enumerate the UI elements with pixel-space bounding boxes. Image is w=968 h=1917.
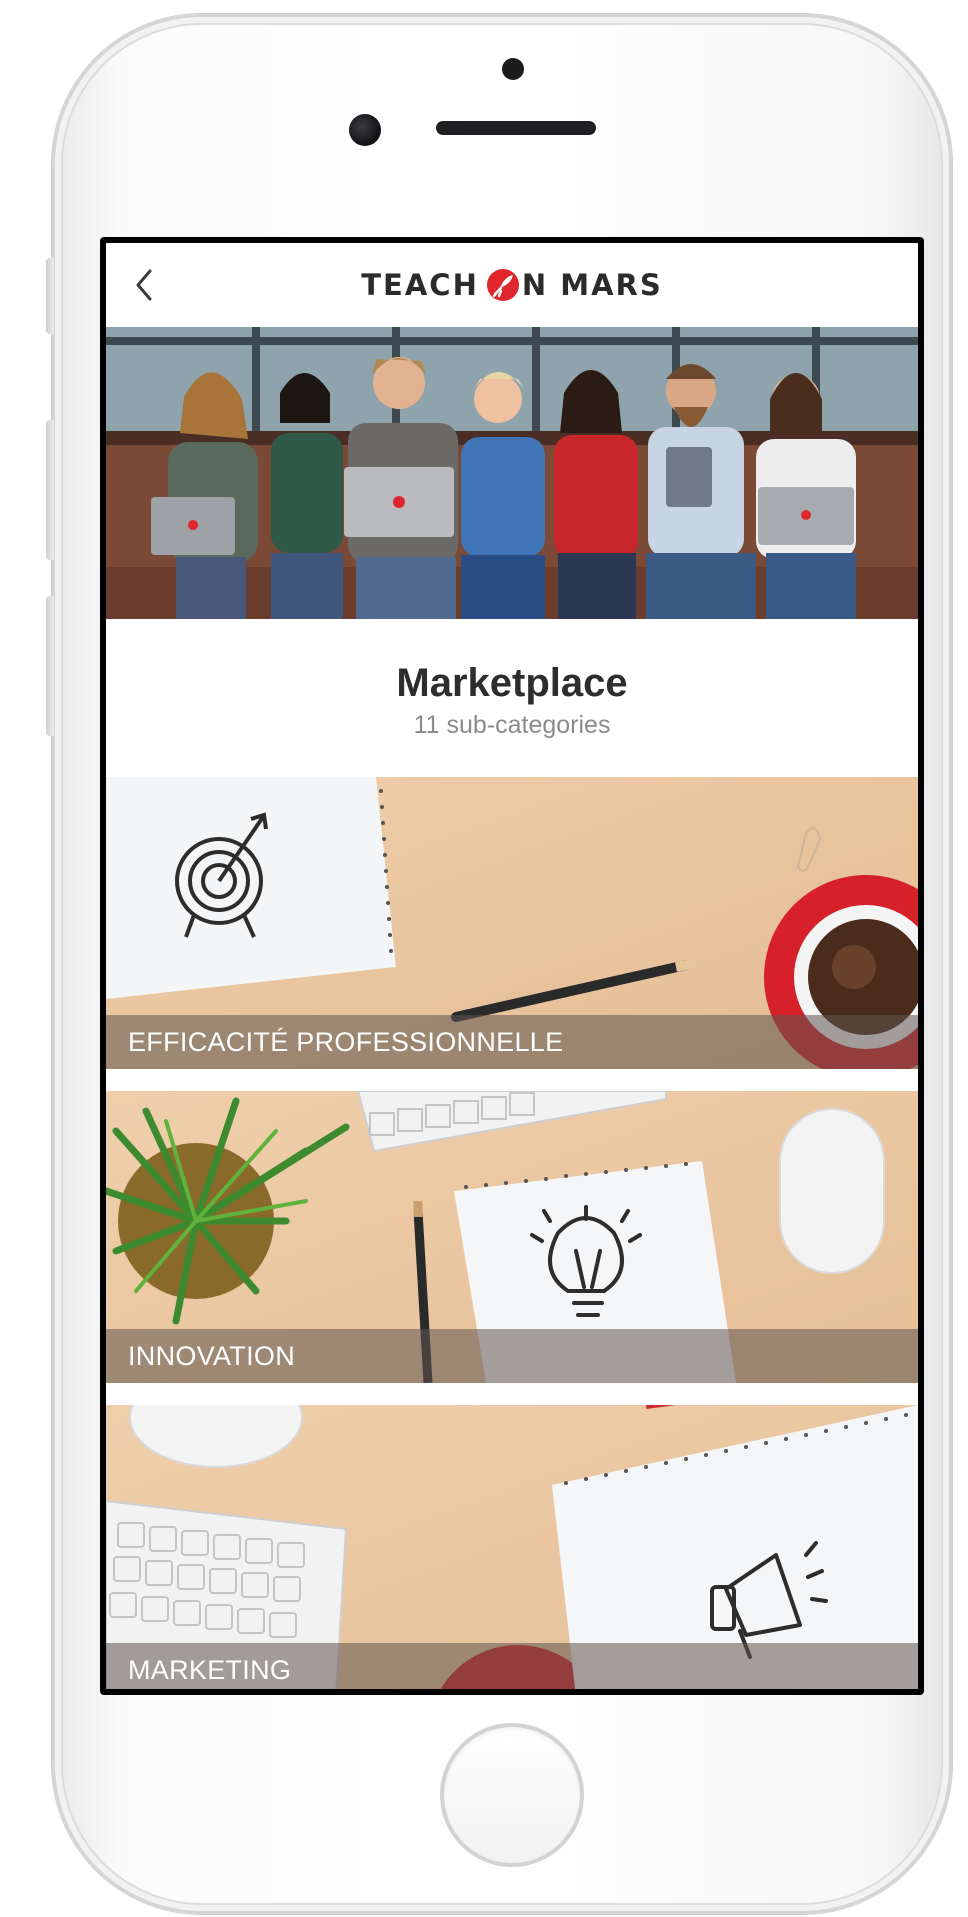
home-button[interactable] (440, 1723, 584, 1867)
mute-switch (46, 258, 54, 334)
subcategory-count: 11 sub-categories (413, 711, 611, 739)
hero-image (106, 327, 918, 619)
earpiece-speaker (436, 121, 596, 135)
brand-text-right: N MARS (521, 268, 663, 302)
brand-text-left: TEACH (361, 268, 479, 302)
phone-screen: TEACH N MARS Marketplace 11 sub-categori… (100, 237, 924, 1695)
category-tile-marketing[interactable]: MARKETING (106, 1405, 918, 1689)
category-header: Marketplace 11 sub-categories (106, 619, 918, 777)
app-view: TEACH N MARS Marketplace 11 sub-categori… (106, 243, 918, 1689)
category-label: INNOVATION (106, 1329, 918, 1383)
category-tile-efficacite[interactable]: EFFICACITÉ PROFESSIONNELLE (106, 777, 918, 1069)
rocket-o-icon (486, 269, 519, 301)
back-button[interactable] (126, 265, 166, 305)
volume-up-button (46, 420, 54, 560)
category-label: EFFICACITÉ PROFESSIONNELLE (106, 1015, 918, 1069)
category-label: MARKETING (106, 1643, 918, 1689)
category-page: Marketplace 11 sub-categories EFFICACITÉ… (106, 327, 918, 1689)
category-tile-innovation[interactable]: INNOVATION (106, 1091, 918, 1383)
app-header: TEACH N MARS (106, 243, 918, 327)
front-camera (349, 114, 381, 146)
volume-down-button (46, 596, 54, 736)
app-logo: TEACH N MARS (361, 267, 662, 303)
page-title: Marketplace (396, 661, 628, 705)
chevron-left-icon (136, 269, 152, 301)
proximity-sensor (502, 58, 524, 80)
